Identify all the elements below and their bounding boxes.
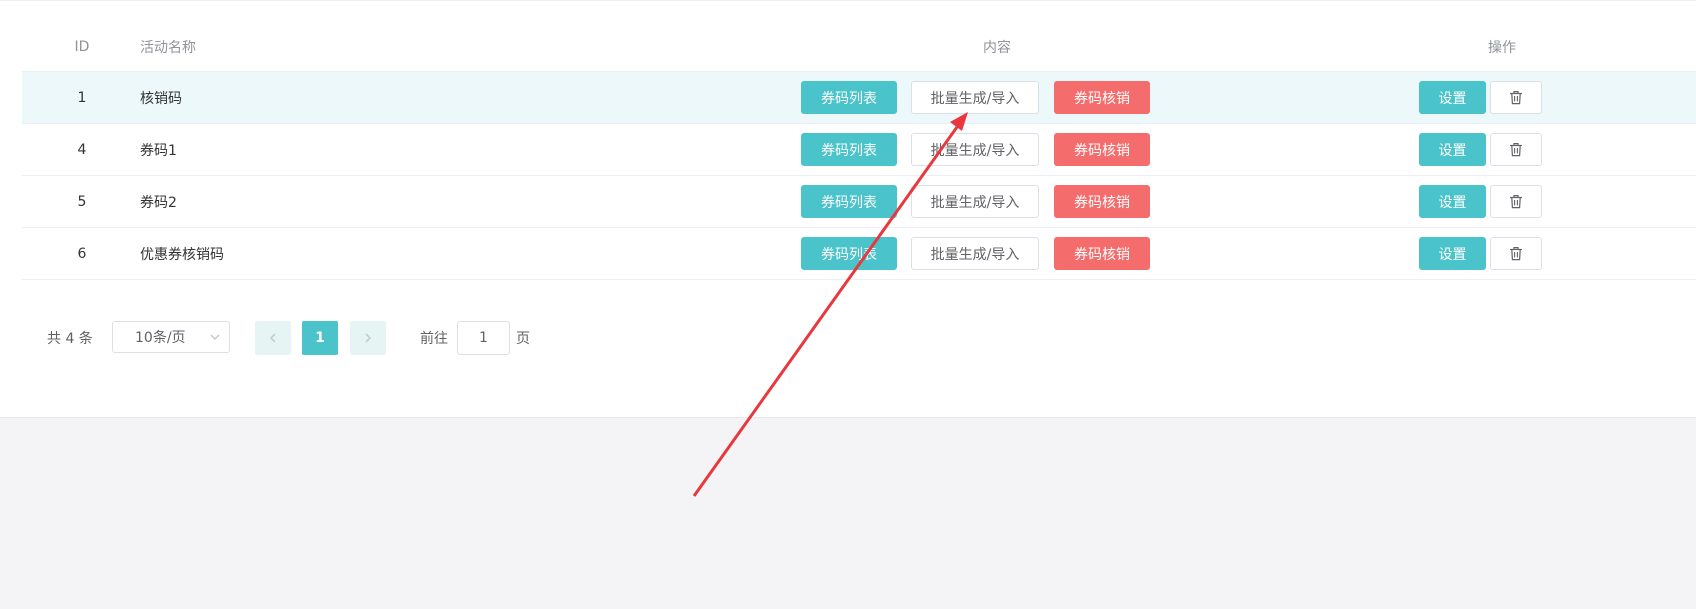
annotation-arrow — [692, 112, 968, 497]
